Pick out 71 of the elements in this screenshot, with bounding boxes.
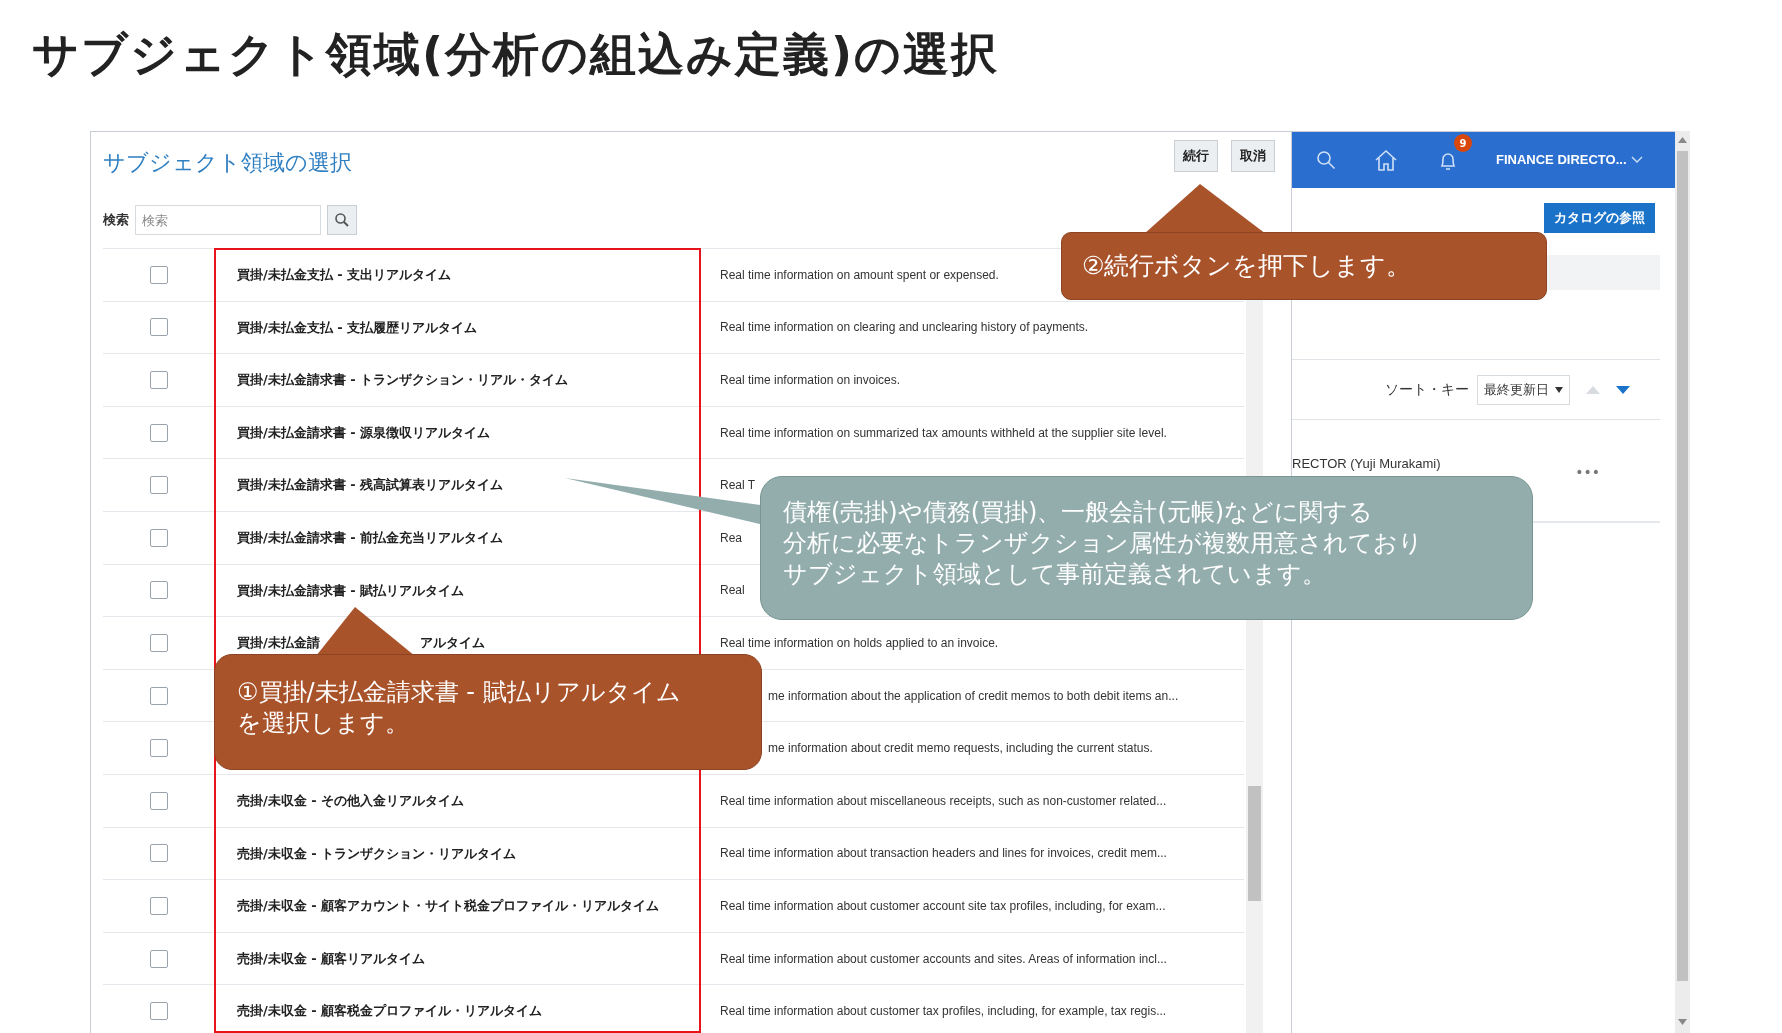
caret-icon [1555,386,1563,393]
search-icon[interactable] [1316,150,1336,170]
subject-area-name: 買掛/未払金請求書 - 前払金充当リアルタイム [237,529,504,547]
subject-area-name: 買掛/未払金請求書 - 賦払リアルタイム [237,581,465,600]
subject-area-description: Real time information about customer account site tax profiles, including, for exam... [720,898,1166,913]
page-scrollbar[interactable] [1675,131,1690,1033]
sort-label: ソート・キー [1385,380,1469,399]
scroll-down-icon [1678,1019,1687,1025]
item-owner: RECTOR (Yuji Murakami) [1292,455,1441,473]
subject-area-description: Real time information on invoices. [720,373,901,387]
catalog-button[interactable]: カタログの参照 [1544,203,1655,233]
subject-area-name: 買掛/未払金支払 - 支払履歴リアルタイム [237,318,478,337]
subject-area-description: Real time information about customer accounts and sites. Areas of information incl... [720,951,1167,966]
checkbox[interactable] [149,844,168,863]
checkbox[interactable] [149,791,168,810]
notification-badge: 9 [1454,134,1472,152]
subject-area-description: me information about credit memo requests, including the current status. [768,741,1153,756]
chevron-down-icon [1630,156,1643,164]
subject-area-description: Real time information about miscellaneous receipts, such as non-customer related... [720,793,1167,808]
checkbox[interactable] [149,528,168,547]
home-icon[interactable] [1374,149,1398,171]
cancel-button[interactable]: 取消 [1231,140,1275,172]
subject-area-description: Real time information on holds applied to an invoice. [720,635,999,650]
checkbox[interactable] [149,633,168,652]
subject-area-description: me information about the application of credit memos to both debit items an... [768,688,1179,703]
checkbox[interactable] [149,318,168,337]
user-menu[interactable]: FINANCE DIRECTO... [1496,150,1643,170]
search-button[interactable] [327,205,357,235]
subject-area-name: 買掛/未払金請求書 - 残高試算表リアルタイム [237,476,504,495]
checkbox[interactable] [149,896,168,915]
checkbox[interactable] [149,949,168,968]
subject-area-description: Real [720,583,745,598]
subject-area-name: 売掛/未収金 - 顧客税金プロファイル・リアルタイム [237,1002,543,1021]
subject-area-name: 売掛/未収金 - その他入金リアルタイム [237,792,465,810]
checkbox[interactable] [149,476,168,495]
sort-ascending-icon[interactable] [1586,385,1600,394]
scrollbar-thumb[interactable] [1248,786,1261,901]
subject-area-description: Real T [720,478,756,493]
checkbox[interactable] [149,581,168,600]
subject-area-name: 売掛/未収金 - 顧客リアルタイム [237,949,426,968]
subject-area-name: 買掛/未払金請求書 - 源泉徴収リアルタイム [237,423,491,442]
checkbox[interactable] [149,265,168,284]
subject-area-description: Real time information on clearing and unclearing history of payments. [720,320,1089,335]
more-actions-button[interactable]: ••• [1575,462,1600,483]
dialog-title: サブジェクト領域の選択 [103,148,352,177]
subject-area-name: 買掛/未払金請求書 - トランザクション・リアル・タイム [237,371,569,390]
subject-area-description: Rea [720,530,742,545]
callout-tooltip: 債権(売掛)や債務(買掛)、一般会計(元帳)などに関する 分析に必要なトランザクション属性が複数用意されており サブジェクト領域として事前定義されています。 [760,476,1533,620]
subject-area-name: 売掛/未収金 - 顧客アカウント・サイト税金プロファイル・リアルタイム [237,897,660,916]
checkbox[interactable] [149,739,168,758]
subject-area-name: 買掛/未払金支払 - 支出リアルタイム [237,266,452,285]
scroll-up-icon [1678,137,1687,143]
subject-area-name: 買掛/未払金請 [237,634,320,653]
checkbox[interactable] [149,423,168,442]
search-icon [334,212,350,228]
search-label: 検索 [103,211,129,230]
checkbox[interactable] [149,1002,168,1021]
scrollbar-thumb[interactable] [1677,151,1688,981]
subject-area-description: Real time information on amount spent or expensed. [720,267,999,282]
subject-area-description: Real time information on summarized tax amounts withheld at the supplier site level. [720,425,1167,440]
subject-area-name: アルタイム [419,634,485,653]
subject-area-name: 売掛/未収金 - トランザクション・リアルタイム [237,844,517,863]
checkbox[interactable] [149,371,168,389]
slide-title: サブジェクト領域(分析の組込み定義)の選択 [32,26,1000,83]
sort-select[interactable]: 最終更新日 [1477,374,1570,405]
search-field[interactable]: 検索 [135,205,321,235]
checkbox[interactable] [149,686,168,705]
subject-area-description: Real time information about transaction headers and lines for invoices, credit mem... [720,846,1167,861]
continue-button[interactable]: 続行 [1174,140,1218,172]
sort-descending-icon[interactable] [1616,385,1630,394]
subject-area-description: Real time information about customer tax profiles, including, for example, tax regis... [720,1004,1167,1019]
